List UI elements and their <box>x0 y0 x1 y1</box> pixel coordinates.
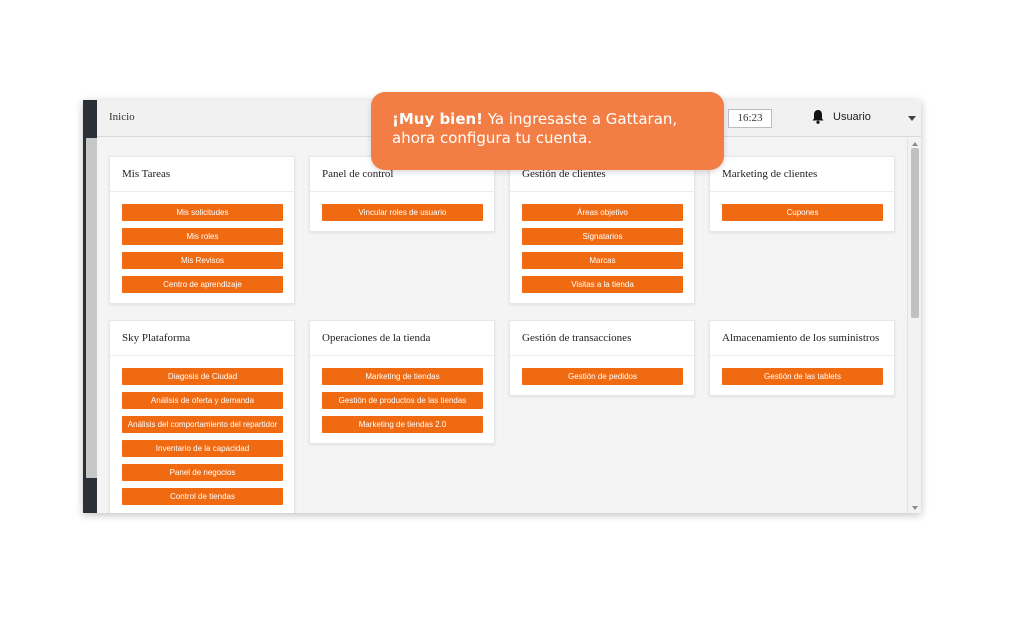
welcome-toast: ¡Muy bien! Ya ingresaste a Gattaran, aho… <box>371 92 724 170</box>
signatarios-button[interactable]: Signatarios <box>522 228 683 245</box>
card-title: Sky Plataforma <box>110 321 294 356</box>
areas-objetivo-button[interactable]: Áreas objetivo <box>522 204 683 221</box>
analisis-oferta-demanda-button[interactable]: Análisis de oferta y demanda <box>122 392 283 409</box>
toast-line-2: ahora configura tu cuenta. <box>392 129 593 147</box>
chevron-down-icon[interactable] <box>908 116 916 121</box>
card-title: Mis Tareas <box>110 157 294 192</box>
breadcrumb[interactable]: Inicio <box>109 111 135 123</box>
gestion-de-tablets-button[interactable]: Gestión de las tablets <box>722 368 883 385</box>
panel-de-negocios-button[interactable]: Panel de negocios <box>122 464 283 481</box>
left-sidebar-rail <box>83 100 97 513</box>
cupones-button[interactable]: Cupones <box>722 204 883 221</box>
diagosis-de-ciudad-button[interactable]: Diagosis de Ciudad <box>122 368 283 385</box>
card-title: Gestión de transacciones <box>510 321 694 356</box>
card-almacenamiento-suministros: Almacenamiento de los suministros Gestió… <box>709 320 895 396</box>
user-menu-label[interactable]: Usuario <box>833 111 871 123</box>
clock-display: 16:23 <box>728 109 772 128</box>
card-marketing-de-clientes: Marketing de clientes Cupones <box>709 156 895 232</box>
toast-title: ¡Muy bien! <box>392 110 484 128</box>
mis-revisos-button[interactable]: Mis Revisos <box>122 252 283 269</box>
card-title: Operaciones de la tienda <box>310 321 494 356</box>
inventario-capacidad-button[interactable]: Inventario de la capacidad <box>122 440 283 457</box>
gestion-de-pedidos-button[interactable]: Gestión de pedidos <box>522 368 683 385</box>
card-gestion-de-clientes: Gestión de clientes Áreas objetivo Signa… <box>509 156 695 304</box>
card-gestion-de-transacciones: Gestión de transacciones Gestión de pedi… <box>509 320 695 396</box>
centro-de-aprendizaje-button[interactable]: Centro de aprendizaje <box>122 276 283 293</box>
card-title: Almacenamiento de los suministros <box>710 321 894 356</box>
visitas-a-la-tienda-button[interactable]: Visitas a la tienda <box>522 276 683 293</box>
scrollbar-thumb[interactable] <box>911 148 919 318</box>
card-mis-tareas: Mis Tareas Mis solicitudes Mis roles Mis… <box>109 156 295 304</box>
marketing-de-tiendas-2-button[interactable]: Marketing de tiendas 2.0 <box>322 416 483 433</box>
scroll-up-arrow-icon[interactable] <box>912 142 918 146</box>
marketing-de-tiendas-button[interactable]: Marketing de tiendas <box>322 368 483 385</box>
mis-roles-button[interactable]: Mis roles <box>122 228 283 245</box>
sidebar-panel <box>86 138 97 478</box>
vincular-roles-button[interactable]: Vincular roles de usuario <box>322 204 483 221</box>
mis-solicitudes-button[interactable]: Mis solicitudes <box>122 204 283 221</box>
gestion-productos-tiendas-button[interactable]: Gestión de productos de las tiendas <box>322 392 483 409</box>
card-operaciones-de-la-tienda: Operaciones de la tienda Marketing de ti… <box>309 320 495 444</box>
analisis-comportamiento-repartidor-button[interactable]: Análisis del comportamiento del repartid… <box>122 416 283 433</box>
control-de-tiendas-button[interactable]: Control de tiendas <box>122 488 283 505</box>
vertical-scrollbar[interactable] <box>907 138 921 513</box>
scroll-down-arrow-icon[interactable] <box>912 506 918 510</box>
toast-line-1: Ya ingresaste a Gattaran, <box>487 110 678 128</box>
bell-icon[interactable] <box>811 109 825 125</box>
card-title: Marketing de clientes <box>710 157 894 192</box>
marcas-button[interactable]: Marcas <box>522 252 683 269</box>
bell-icon-graphic <box>812 110 824 124</box>
dashboard-content: Mis Tareas Mis solicitudes Mis roles Mis… <box>97 138 907 513</box>
card-sky-plataforma: Sky Plataforma Diagosis de Ciudad Anális… <box>109 320 295 513</box>
